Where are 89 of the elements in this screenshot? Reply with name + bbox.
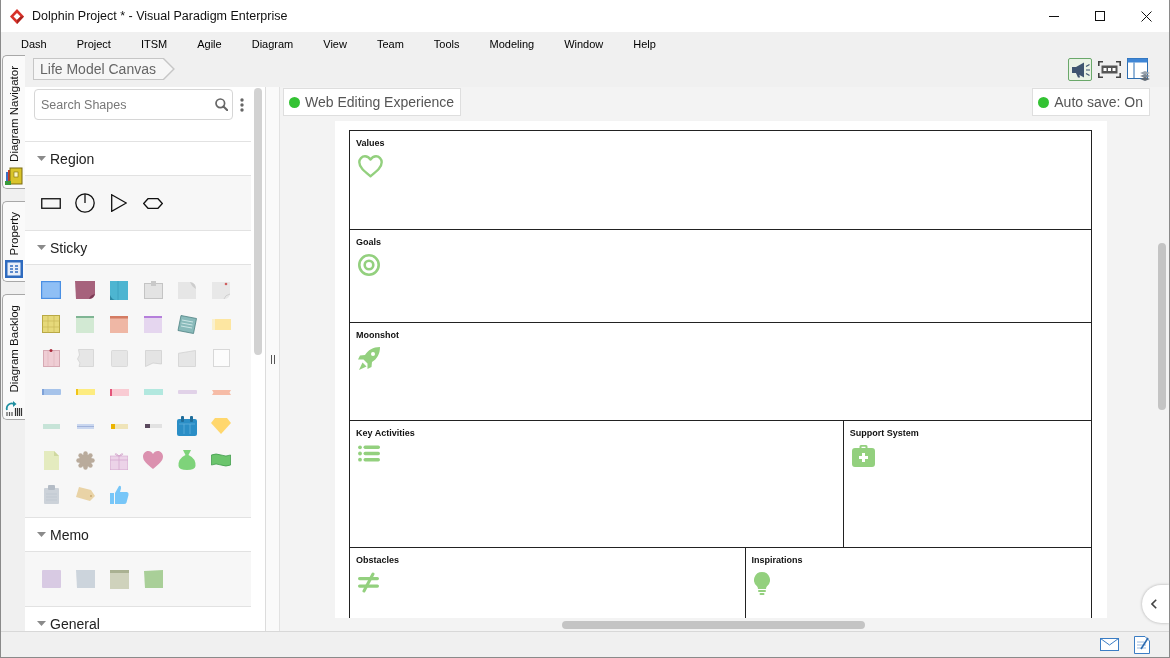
memo-note-icon[interactable] [143, 570, 163, 588]
maximize-icon [1095, 11, 1105, 21]
diamond-icon[interactable] [211, 418, 231, 434]
note-icon[interactable] [1134, 635, 1150, 654]
fit-frame-icon [1097, 61, 1121, 78]
books-icon [5, 166, 23, 185]
sticky-note-icon[interactable] [110, 315, 128, 333]
notepad-icon[interactable] [42, 315, 60, 333]
breadcrumb-item[interactable]: Life Model Canvas [33, 58, 175, 80]
menu-item[interactable]: ITSM [125, 34, 183, 53]
menu-item[interactable]: Help [618, 34, 671, 53]
target-icon [358, 254, 380, 276]
side-tab[interactable]: Diagram Backlog [2, 294, 25, 420]
chevron-left-icon [1151, 599, 1157, 609]
not-equal-icon [358, 572, 379, 593]
menu-item[interactable]: Modeling [474, 34, 550, 53]
seal-icon[interactable] [75, 450, 95, 470]
menu-item[interactable]: Diagram [236, 34, 309, 53]
section-header[interactable]: General [25, 606, 251, 631]
grip-icon [270, 354, 275, 364]
circle-icon[interactable] [75, 193, 95, 213]
menu-item[interactable]: Agile [182, 34, 237, 53]
notepad-icon[interactable] [177, 314, 197, 334]
window-layout-icon [1126, 58, 1150, 81]
memo-note-icon[interactable] [109, 569, 129, 589]
curled-note-icon[interactable] [178, 281, 196, 299]
minimize-icon [1049, 15, 1059, 17]
mail-icon[interactable] [1100, 638, 1119, 651]
region-title: Moonshot [356, 330, 399, 341]
sticky-note-icon[interactable] [75, 281, 95, 299]
close-icon [1140, 10, 1152, 22]
sticky-note-icon[interactable] [76, 315, 94, 333]
toolbar-button[interactable] [1126, 58, 1150, 81]
menu-item[interactable]: Tools [418, 34, 475, 53]
first-aid-kit-icon [851, 445, 875, 467]
memo-note-icon[interactable] [75, 570, 95, 588]
torn-note-icon[interactable] [76, 349, 94, 367]
search-field[interactable]: Search Shapes [34, 89, 233, 120]
toolbar-button[interactable] [1068, 58, 1092, 81]
auto-save-button[interactable]: Auto save: On [1032, 88, 1150, 116]
region-title: Support System [849, 428, 919, 439]
form-icon [5, 260, 23, 279]
taped-note-icon[interactable] [143, 281, 163, 299]
tape-icon[interactable] [109, 388, 129, 396]
rectangle-icon[interactable] [41, 197, 61, 209]
heart-icon [358, 155, 383, 178]
sticky-note-icon[interactable] [110, 280, 128, 300]
region-title: Key Activities [356, 428, 415, 439]
money-bag-icon[interactable] [178, 450, 196, 470]
region-title: Values [356, 138, 385, 149]
toolbar-button[interactable] [1097, 58, 1121, 81]
scrollbar-thumb[interactable] [562, 620, 865, 629]
banknote-icon[interactable] [211, 453, 231, 467]
pinned-note-icon[interactable] [42, 349, 60, 367]
region-title: Goals [356, 237, 381, 248]
memo-note-icon[interactable] [41, 570, 61, 588]
window-title: Dolphin Project * - Visual Paradigm Enterprise [32, 9, 289, 23]
search-icon [215, 98, 228, 111]
menu-item[interactable]: Project [61, 34, 126, 53]
more-options-icon[interactable] [240, 97, 244, 112]
list-icon [358, 445, 380, 462]
hexagon-icon[interactable] [143, 197, 163, 209]
menu-item[interactable]: View [308, 34, 362, 53]
rocket-icon [358, 347, 380, 371]
scrollbar-thumb[interactable] [1158, 243, 1166, 410]
status-dot-icon [289, 96, 300, 108]
page-icon[interactable] [43, 450, 59, 470]
side-tab[interactable]: Diagram Navigator [2, 55, 25, 189]
tag-icon[interactable] [75, 487, 95, 501]
menu-item[interactable]: Window [549, 34, 619, 53]
web-editing-button[interactable]: Web Editing Experience [283, 88, 462, 116]
status-dot-icon [1038, 96, 1050, 108]
menu-item[interactable]: Team [361, 34, 419, 53]
sticky-note-icon[interactable] [144, 315, 162, 333]
heart-icon[interactable] [143, 451, 163, 469]
app-icon [10, 8, 24, 24]
triangle-icon[interactable] [111, 194, 127, 212]
splitter-handle[interactable] [266, 87, 280, 631]
calendar-icon[interactable] [177, 416, 197, 436]
lightbulb-icon [753, 572, 770, 595]
region-title: Inspirations [751, 555, 803, 566]
thumbs-up-icon[interactable] [109, 484, 129, 504]
gift-icon[interactable] [110, 450, 128, 470]
scrollbar-thumb[interactable] [254, 88, 262, 355]
menu-item[interactable]: Dash [6, 34, 62, 53]
clipboard-icon[interactable] [43, 484, 59, 504]
megaphone-icon [1070, 61, 1090, 78]
region-title: Obstacles [356, 555, 400, 566]
side-tab[interactable]: Property [2, 200, 25, 283]
